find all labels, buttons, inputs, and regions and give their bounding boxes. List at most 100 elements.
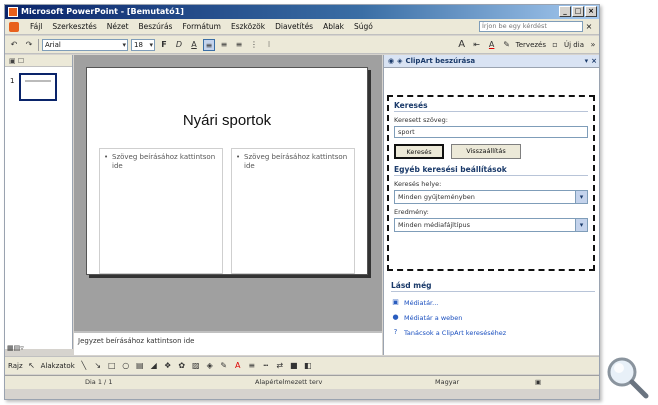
see-also-title: Lásd még — [391, 281, 595, 292]
menu-tools[interactable]: Eszközök — [226, 22, 270, 31]
numbered-list-icon[interactable]: ⋮ — [248, 39, 260, 51]
draw-menu-button[interactable]: Rajz — [8, 362, 23, 370]
underline-button[interactable]: A — [188, 39, 200, 51]
content-placeholder-left[interactable]: • Szöveg beírásához kattintson ide — [99, 148, 223, 274]
restore-button[interactable]: Visszaállítás — [451, 144, 521, 159]
slide[interactable]: Nyári sportok • Szöveg beírásához kattin… — [86, 67, 368, 275]
link-media-gallery-label[interactable]: Médiatár... — [404, 299, 438, 307]
arrow-style-icon[interactable]: ⇄ — [275, 361, 285, 371]
link-clipart-tips-label[interactable]: Tanácsok a ClipArt kereséséhez — [404, 329, 506, 337]
grow-font-icon[interactable]: A — [456, 39, 468, 51]
chevron-down-icon[interactable]: ▾ — [575, 191, 587, 203]
clipart-icon[interactable]: ✿ — [177, 361, 187, 371]
3d-icon[interactable]: ◧ — [303, 361, 313, 371]
status-design: Alapértelmezett terv — [255, 378, 323, 386]
outline-tabs[interactable]: ▣ ☐ — [5, 55, 72, 67]
magnifier-icon[interactable] — [604, 354, 650, 400]
decrease-indent-icon[interactable]: ⇤ — [471, 39, 483, 51]
font-color-icon[interactable]: A — [486, 39, 498, 51]
forward-icon[interactable]: ◈ — [397, 57, 402, 65]
fill-color-icon[interactable]: ◈ — [205, 361, 215, 371]
link-media-gallery[interactable]: ▣ Médiatár... — [391, 298, 595, 307]
italic-button[interactable]: D — [173, 39, 185, 51]
maximize-button[interactable]: □ — [572, 6, 584, 17]
menu-format[interactable]: Formátum — [177, 22, 226, 31]
drawing-toolbar: Rajz ↖ Alakzatok ╲ ↘ □ ○ ▤ ◢ ❖ ✿ ▨ ◈ ✎ A… — [5, 356, 599, 374]
design-button[interactable]: Tervezés — [516, 41, 546, 49]
close-button[interactable]: × — [585, 6, 597, 17]
line-color-icon[interactable]: ✎ — [219, 361, 229, 371]
slide-thumbnail-number: 1 — [10, 77, 15, 85]
undo-icon[interactable]: ↶ — [8, 39, 20, 51]
search-in-select[interactable]: Minden gyűjteményben ▾ — [394, 190, 588, 204]
spelling-status-icon: ▣ — [535, 378, 542, 386]
chevron-down-icon[interactable]: ▾ — [575, 219, 587, 231]
slides-outline-pane: ▣ ☐ 1 — [5, 55, 73, 349]
slide-thumbnail[interactable] — [19, 73, 57, 101]
link-media-gallery-online-label[interactable]: Médiatár a weben — [404, 314, 462, 322]
search-text-input[interactable]: sport — [394, 126, 588, 138]
search-button[interactable]: Keresés — [394, 144, 444, 159]
menu-edit[interactable]: Szerkesztés — [47, 22, 101, 31]
menu-bar: Fájl Szerkesztés Nézet Beszúrás Formátum… — [5, 19, 599, 35]
wordart-icon[interactable]: ◢ — [149, 361, 159, 371]
link-media-gallery-online[interactable]: ● Médiatár a weben — [391, 313, 595, 322]
powerpoint-window: Microsoft PowerPoint - [Bemutató1] _ □ ×… — [4, 4, 600, 400]
picture-icon[interactable]: ▨ — [191, 361, 201, 371]
slide-canvas: Nyári sportok • Szöveg beírásához kattin… — [74, 55, 382, 331]
placeholder-left-text: Szöveg beírásához kattintson ide — [112, 153, 216, 170]
menu-window[interactable]: Ablak — [318, 22, 349, 31]
notes-pane[interactable]: Jegyzet beírásához kattintson ide — [74, 331, 382, 355]
align-right-icon[interactable]: ≡ — [233, 39, 245, 51]
menu-insert[interactable]: Beszúrás — [134, 22, 178, 31]
font-name-select[interactable]: Arial — [42, 38, 128, 51]
redo-icon[interactable]: ↷ — [23, 39, 35, 51]
view-buttons[interactable]: ▦▤▿ — [7, 344, 24, 352]
status-slide-info: Dia 1 / 1 — [85, 378, 113, 386]
textbox-icon[interactable]: ▤ — [135, 361, 145, 371]
powerpoint-app-icon — [8, 7, 18, 17]
arrow-icon[interactable]: ↘ — [93, 361, 103, 371]
bold-button[interactable]: F — [158, 39, 170, 51]
back-icon[interactable]: ◉ — [388, 57, 394, 65]
globe-icon: ● — [392, 313, 399, 321]
font-color-draw-icon[interactable]: A — [233, 361, 243, 371]
new-slide-button[interactable]: Új dia — [564, 41, 584, 49]
minimize-button[interactable]: _ — [559, 6, 571, 17]
notes-placeholder: Jegyzet beírásához kattintson ide — [78, 337, 195, 345]
rectangle-icon[interactable]: □ — [107, 361, 117, 371]
line-style-icon[interactable]: ≡ — [247, 361, 257, 371]
slide-title[interactable]: Nyári sportok — [87, 112, 367, 129]
diagram-icon[interactable]: ❖ — [163, 361, 173, 371]
new-slide-icon[interactable]: ▫ — [549, 39, 561, 51]
menu-help[interactable]: Súgó — [349, 22, 378, 31]
autoshapes-button[interactable]: Alakzatok — [41, 362, 75, 370]
see-also-section: Lásd még ▣ Médiatár... ● Médiatár a webe… — [391, 279, 595, 337]
oval-icon[interactable]: ○ — [121, 361, 131, 371]
toolbar-options-icon[interactable]: » — [587, 39, 599, 51]
document-close-icon[interactable]: × — [583, 22, 595, 31]
align-left-icon[interactable]: ≡ — [203, 38, 215, 51]
clipart-task-pane: ◉ ◈ ClipArt beszúrása ▾ × Keresés Kerese… — [383, 55, 599, 355]
menu-file[interactable]: Fájl — [25, 22, 47, 31]
dash-style-icon[interactable]: ┅ — [261, 361, 271, 371]
help-question-input[interactable]: Írjon be egy kérdést — [479, 21, 583, 32]
search-section: Keresés Keresett szöveg: sport Keresés V… — [387, 95, 595, 271]
content-placeholder-right[interactable]: • Szöveg beírásához kattintson ide — [231, 148, 355, 274]
font-size-select[interactable]: 18 — [131, 38, 155, 51]
task-pane-close-icon[interactable]: × — [591, 57, 597, 65]
task-pane-title: ClipArt beszúrása — [405, 57, 476, 65]
title-bar: Microsoft PowerPoint - [Bemutató1] _ □ × — [5, 5, 599, 19]
link-clipart-tips[interactable]: ? Tanácsok a ClipArt kereséséhez — [391, 328, 595, 337]
line-icon[interactable]: ╲ — [79, 361, 89, 371]
document-icon[interactable] — [9, 21, 19, 32]
menu-view[interactable]: Nézet — [102, 22, 134, 31]
results-select[interactable]: Minden médiafájltípus ▾ — [394, 218, 588, 232]
shadow-icon[interactable]: ■ — [289, 361, 299, 371]
menu-slideshow[interactable]: Diavetítés — [270, 22, 318, 31]
task-pane-menu-icon[interactable]: ▾ — [585, 57, 589, 65]
select-pointer-icon[interactable]: ↖ — [27, 361, 37, 371]
align-center-icon[interactable]: ≡ — [218, 39, 230, 51]
design-icon[interactable]: ✎ — [501, 39, 513, 51]
bullet-list-icon[interactable]: ⁝ — [263, 39, 275, 51]
